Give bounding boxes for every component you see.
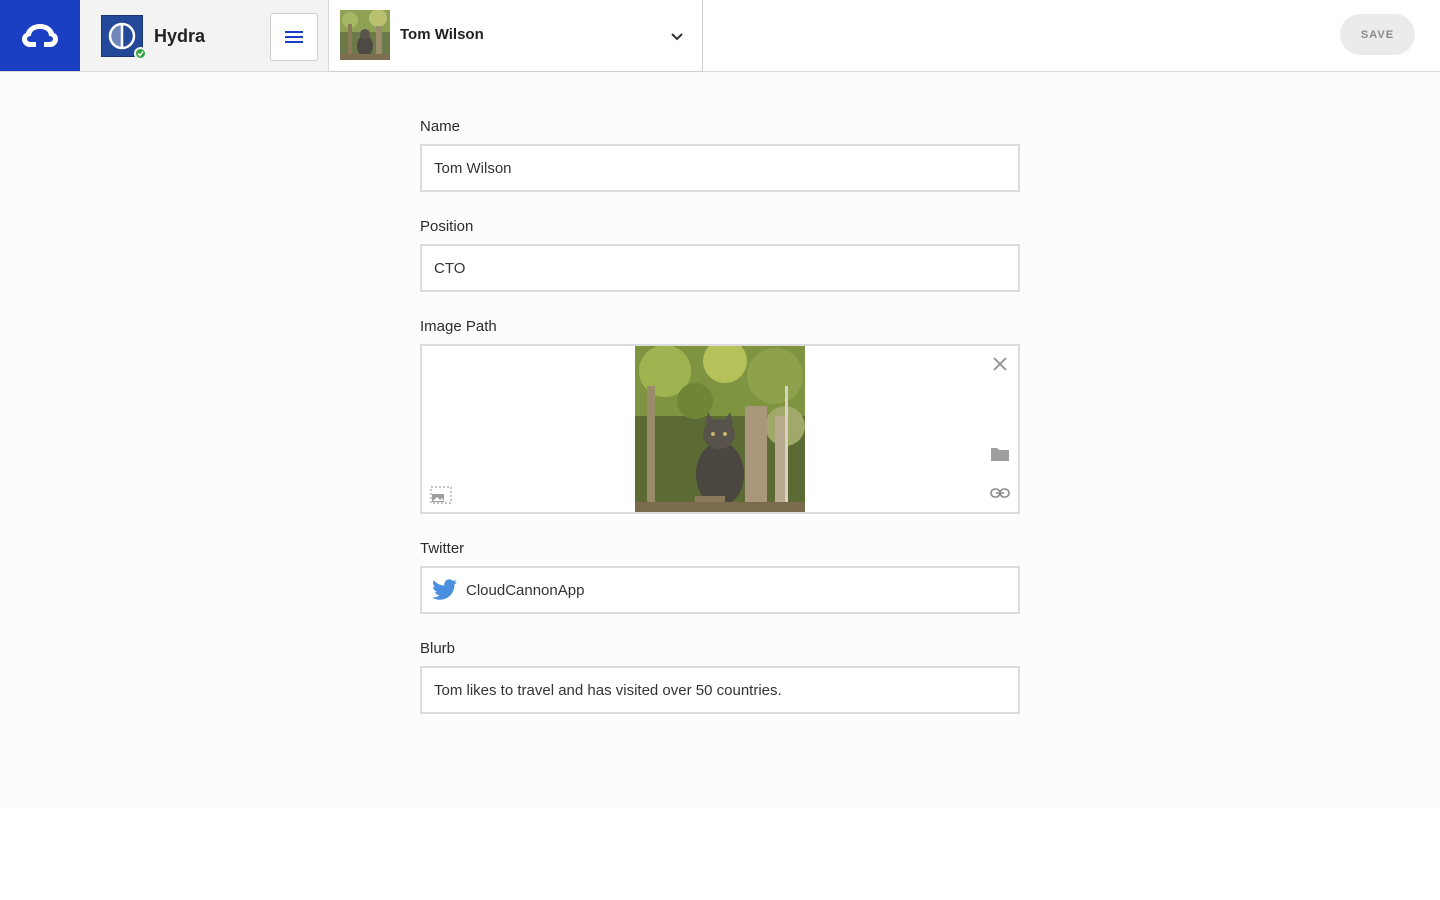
brand-logo[interactable] bbox=[0, 0, 80, 71]
site-logo-icon bbox=[108, 22, 136, 50]
cloudcannon-logo-icon bbox=[22, 23, 58, 47]
save-button[interactable]: SAVE bbox=[1340, 14, 1415, 55]
close-icon[interactable] bbox=[992, 356, 1008, 372]
image-preview bbox=[635, 346, 805, 512]
image-path-label: Image Path bbox=[420, 318, 497, 335]
menu-button[interactable] bbox=[270, 13, 318, 61]
name-input[interactable]: Tom Wilson bbox=[420, 144, 1020, 192]
site-selector: Hydra bbox=[80, 0, 329, 71]
folder-icon[interactable] bbox=[990, 446, 1010, 462]
file-thumbnail bbox=[340, 10, 390, 60]
blurb-label: Blurb bbox=[420, 640, 456, 657]
twitter-handle: CloudCannonApp bbox=[466, 581, 585, 599]
sync-status-icon bbox=[134, 47, 147, 60]
twitter-label: Twitter bbox=[420, 540, 465, 557]
site-name[interactable]: Hydra bbox=[154, 26, 205, 47]
twitter-bird-icon bbox=[432, 579, 457, 600]
link-icon[interactable] bbox=[990, 487, 1010, 499]
position-label: Position bbox=[420, 218, 474, 235]
image-placeholder-icon[interactable] bbox=[430, 486, 452, 504]
file-selector[interactable]: Tom Wilson bbox=[329, 0, 703, 72]
top-bar: Hydra Tom Wilson SAVE bbox=[0, 0, 1440, 72]
blurb-input[interactable]: Tom likes to travel and has visited over… bbox=[420, 666, 1020, 714]
hamburger-menu-icon bbox=[285, 31, 303, 43]
twitter-input[interactable]: CloudCannonApp bbox=[420, 566, 1020, 614]
position-input[interactable]: CTO bbox=[420, 244, 1020, 292]
name-label: Name bbox=[420, 118, 461, 135]
file-title: Tom Wilson bbox=[400, 26, 484, 43]
image-path-field[interactable] bbox=[420, 344, 1020, 514]
editor-content: Name Tom Wilson Position CTO Image Path bbox=[0, 72, 1440, 808]
chevron-down-icon bbox=[671, 33, 683, 41]
